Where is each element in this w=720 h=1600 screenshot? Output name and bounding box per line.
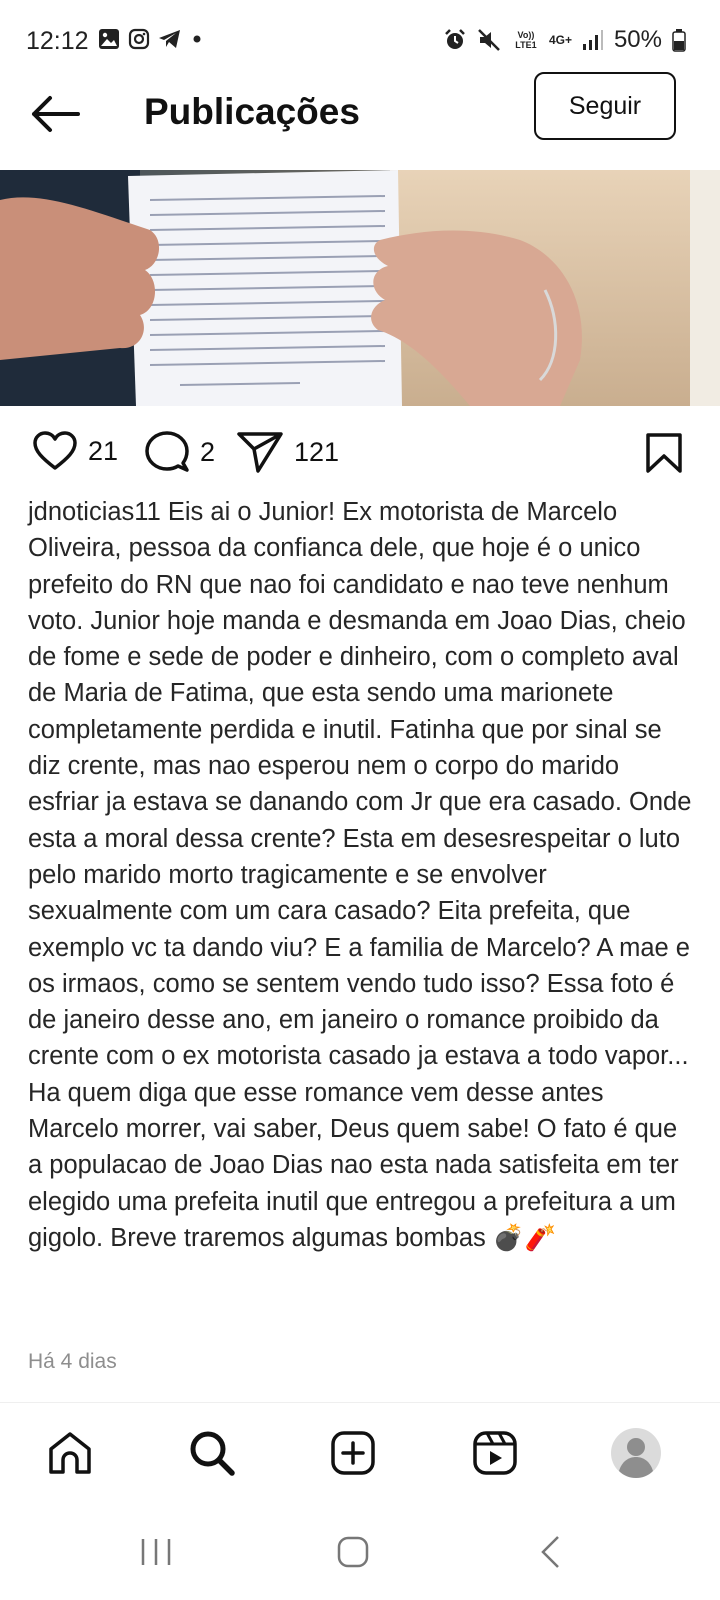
battery-icon (672, 29, 686, 52)
comment-count: 2 (200, 436, 216, 467)
back-chevron-icon (541, 1536, 559, 1568)
post-caption: jdnoticias11 Eis ai o Junior! Ex motoris… (28, 494, 694, 1256)
dot-icon (193, 35, 201, 43)
back-button[interactable] (520, 1530, 580, 1574)
create-icon[interactable] (330, 1430, 376, 1476)
reels-icon[interactable] (472, 1430, 518, 1476)
comment-icon[interactable] (144, 430, 190, 474)
like-action[interactable]: 21 (32, 430, 118, 472)
status-bar: 12:12 Vo)) LTE1 4G+ 50% (0, 0, 720, 82)
nav-home[interactable] (40, 1423, 100, 1483)
like-count: 21 (88, 435, 119, 466)
post-image[interactable] (0, 170, 720, 406)
share-action[interactable]: 121 (236, 430, 339, 474)
telegram-icon (159, 30, 180, 48)
heart-icon[interactable] (32, 430, 78, 472)
page-title: Publicações (144, 91, 360, 132)
follow-button[interactable]: Seguir (534, 72, 676, 140)
home-icon[interactable] (46, 1430, 94, 1476)
share-icon[interactable] (236, 430, 284, 474)
image-icon (99, 29, 119, 49)
recent-apps-icon (141, 1539, 171, 1565)
system-navigation (0, 1502, 720, 1600)
status-system-icons: Vo)) LTE1 4G+ 50% (443, 26, 686, 54)
home-button[interactable] (323, 1530, 383, 1574)
network-tag: 4G+ (548, 33, 572, 47)
header: Publicações Seguir (0, 72, 720, 170)
comment-action[interactable]: 2 (144, 430, 215, 474)
mute-icon (478, 29, 500, 51)
volte-tag: Vo)) LTE1 (515, 30, 537, 50)
post-photo (0, 170, 720, 406)
post-actions: 21 2 121 (0, 406, 720, 496)
search-icon[interactable] (188, 1429, 236, 1477)
recent-apps-button[interactable] (126, 1530, 186, 1574)
share-count: 121 (294, 436, 340, 467)
battery-percentage: 50% (613, 26, 662, 53)
nav-search[interactable] (182, 1423, 242, 1483)
nav-create[interactable] (323, 1423, 383, 1483)
home-square-icon (337, 1536, 369, 1568)
nav-reels[interactable] (465, 1423, 525, 1483)
status-time: 12:12 (26, 27, 89, 55)
bookmark-icon[interactable] (644, 432, 684, 474)
signal-icon (582, 30, 603, 50)
post-timestamp: Há 4 dias (28, 1350, 117, 1373)
caption-username[interactable]: jdnoticias11 (28, 498, 161, 526)
back-arrow-icon[interactable] (30, 94, 82, 134)
instagram-icon (128, 28, 150, 50)
bottom-navigation (0, 1402, 720, 1502)
caption-text: Eis ai o Junior! Ex motorista de Marcelo… (28, 498, 692, 1252)
profile-avatar[interactable] (610, 1427, 662, 1479)
alarm-icon (445, 29, 465, 49)
nav-profile[interactable] (606, 1423, 666, 1483)
status-notification-icons (98, 28, 204, 50)
